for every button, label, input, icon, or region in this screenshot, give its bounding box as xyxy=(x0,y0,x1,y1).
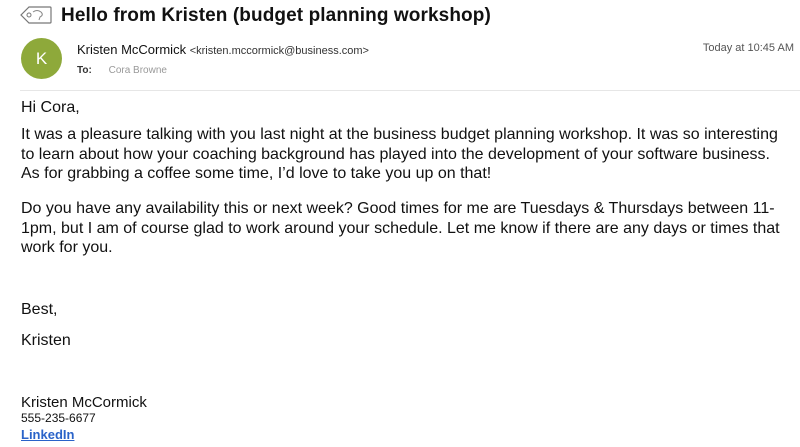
recipient-line: To: Cora Browne xyxy=(77,65,167,76)
recipient-name[interactable]: Cora Browne xyxy=(109,65,167,76)
header-divider xyxy=(20,90,800,91)
body-greeting: Hi Cora, xyxy=(21,99,80,116)
email-timestamp: Today at 10:45 AM xyxy=(702,42,794,54)
signature-linkedin-link[interactable]: LinkedIn xyxy=(21,427,74,442)
tag-icon[interactable] xyxy=(20,6,52,24)
sender-email[interactable]: <kristen.mccormick@business.com> xyxy=(190,45,369,57)
body-paragraph-1: It was a pleasure talking with you last … xyxy=(21,126,778,182)
signature-phone: 555-235-6677 xyxy=(21,411,96,425)
sender-name[interactable]: Kristen McCormick xyxy=(77,42,186,57)
avatar: K xyxy=(21,38,62,79)
body-signoff: Kristen xyxy=(21,332,71,349)
sender-line: Kristen McCormick <kristen.mccormick@bus… xyxy=(77,42,369,57)
body-paragraph-2: Do you have any availability this or nex… xyxy=(21,200,780,256)
email-subject: Hello from Kristen (budget planning work… xyxy=(61,5,491,26)
body-closing: Best, xyxy=(21,301,58,318)
email-viewer: Hello from Kristen (budget planning work… xyxy=(0,0,800,447)
signature-name: Kristen McCormick xyxy=(21,394,147,411)
avatar-initial: K xyxy=(35,48,48,68)
to-label: To: xyxy=(77,65,92,76)
subject-bar: Hello from Kristen (budget planning work… xyxy=(0,0,800,34)
